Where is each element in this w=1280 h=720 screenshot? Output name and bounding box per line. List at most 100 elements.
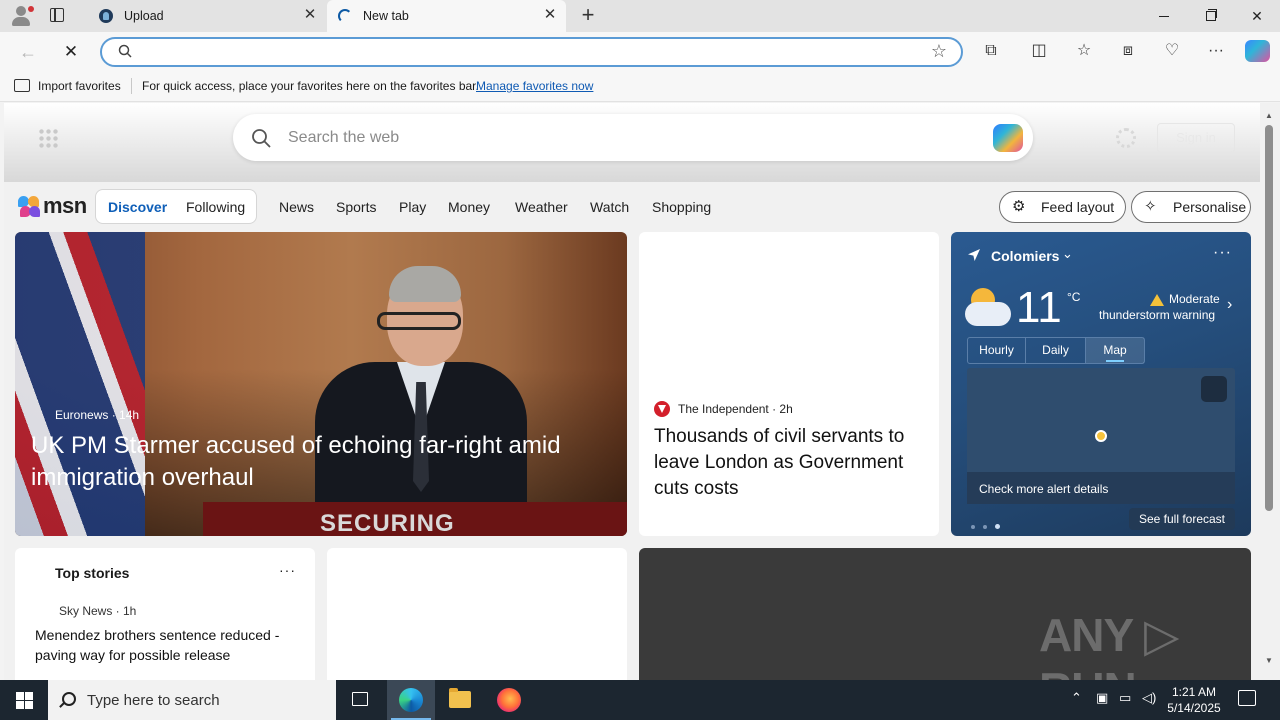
new-tab-button[interactable]: +: [576, 4, 600, 28]
nav-shopping[interactable]: Shopping: [652, 199, 711, 215]
favorites-icon[interactable]: ☆: [1073, 40, 1095, 62]
weather-location[interactable]: Colomiers: [991, 248, 1059, 264]
apps-launcher-icon[interactable]: [38, 128, 58, 148]
copilot-icon[interactable]: [993, 124, 1023, 152]
restore-button[interactable]: [1187, 0, 1233, 32]
tab-actions-icon[interactable]: [50, 8, 64, 22]
page-scrollbar[interactable]: ▲ ▼: [1260, 103, 1280, 680]
system-clock[interactable]: 1:21 AM 5/14/2025: [1164, 684, 1224, 716]
weather-more-button[interactable]: ···: [1213, 244, 1232, 262]
tab-close-icon[interactable]: ✕: [302, 7, 318, 23]
video-card[interactable]: ANY ▷ RUN: [639, 548, 1251, 680]
close-window-button[interactable]: ✕: [1234, 0, 1280, 32]
tab-upload[interactable]: Upload ✕: [88, 0, 326, 32]
favorite-star-icon[interactable]: ☆: [931, 41, 947, 62]
browser-essentials-icon[interactable]: ♡: [1161, 40, 1183, 62]
story-headline[interactable]: UK PM Starmer accused of echoing far-rig…: [31, 430, 601, 494]
weather-tabs: Hourly Daily Map: [967, 337, 1145, 364]
firefox-taskbar-button[interactable]: [485, 680, 533, 720]
profile-button[interactable]: [8, 4, 36, 28]
carousel-dots[interactable]: [971, 516, 1008, 534]
search-icon: [118, 44, 132, 58]
tab-close-icon[interactable]: ✕: [542, 7, 558, 23]
top-stories-more-button[interactable]: ···: [279, 562, 296, 578]
hero-story-card[interactable]: SECURING Euronews · 14h UK PM Starmer ac…: [15, 232, 627, 536]
volume-icon[interactable]: ◁): [1142, 690, 1156, 706]
nav-watch[interactable]: Watch: [590, 199, 629, 215]
personalise-button[interactable]: ✧ Personalise: [1131, 191, 1251, 223]
msn-logo[interactable]: msn: [17, 193, 87, 219]
scroll-thumb[interactable]: [1265, 125, 1273, 511]
clock-date: 5/14/2025: [1167, 701, 1221, 715]
start-button[interactable]: [0, 680, 48, 720]
taskbar-search[interactable]: Type here to search: [48, 680, 336, 720]
lectern-sign: SECURING: [320, 510, 455, 536]
feed-toggle: Discover Following: [95, 189, 257, 224]
import-favorites-icon: [14, 79, 30, 92]
tab-strip: Upload ✕ New tab ✕ + ✕: [0, 0, 1280, 32]
device-icon[interactable]: ▣: [1096, 690, 1108, 706]
edge-taskbar-button[interactable]: [387, 680, 435, 720]
tab-daily[interactable]: Daily: [1026, 338, 1086, 363]
tab-discover[interactable]: Discover: [108, 199, 167, 215]
scroll-down-icon[interactable]: ▼: [1265, 656, 1273, 665]
firefox-icon: [497, 688, 521, 712]
search-icon: [62, 692, 76, 706]
address-bar[interactable]: ☆: [100, 37, 963, 67]
nav-news[interactable]: News: [279, 199, 314, 215]
tab-hourly[interactable]: Hourly: [968, 338, 1026, 363]
notifications-icon[interactable]: [1238, 690, 1256, 706]
story-source: Euronews · 14h: [55, 408, 140, 422]
web-search-input[interactable]: [288, 126, 968, 150]
feed-layout-button[interactable]: ⚙ Feed layout: [999, 191, 1126, 223]
tab-new-tab[interactable]: New tab ✕: [327, 0, 566, 32]
story-headline[interactable]: Thousands of civil servants to leave Lon…: [654, 424, 924, 502]
nav-weather[interactable]: Weather: [515, 199, 568, 215]
back-button[interactable]: ←: [14, 38, 42, 66]
story-source: The Independent · 2h: [678, 402, 793, 416]
sign-in-button[interactable]: Sign in: [1157, 123, 1235, 153]
copilot-icon[interactable]: [1245, 40, 1270, 62]
edge-icon: [399, 688, 423, 712]
tab-map[interactable]: Map: [1086, 338, 1144, 363]
page-settings-icon[interactable]: [1116, 128, 1136, 148]
weather-card[interactable]: Colomiers ⌄ ··· 11 °C Moderate thunderst…: [951, 232, 1251, 536]
import-favorites-button[interactable]: Import favorites: [38, 79, 121, 93]
split-screen-icon[interactable]: ◫: [1028, 40, 1050, 62]
divider: [131, 78, 132, 94]
scroll-up-icon[interactable]: ▲: [1265, 111, 1273, 120]
alert-details-link[interactable]: Check more alert details: [967, 472, 1235, 504]
map-expand-button[interactable]: [1201, 376, 1227, 402]
chevron-down-icon[interactable]: ⌄: [1062, 246, 1073, 262]
tab-title: New tab: [363, 9, 409, 23]
temperature-unit[interactable]: °C: [1067, 290, 1080, 304]
web-search-box[interactable]: [233, 114, 1033, 161]
stop-loading-button[interactable]: ✕: [57, 38, 85, 66]
collections-icon[interactable]: ⧈: [1117, 40, 1139, 62]
tab-title: Upload: [124, 9, 164, 23]
weather-warning-detail[interactable]: thunderstorm warning: [1099, 308, 1215, 322]
extensions-icon[interactable]: ⧉: [980, 40, 1002, 62]
nav-sports[interactable]: Sports: [336, 199, 376, 215]
address-input[interactable]: [146, 42, 926, 62]
weather-warning[interactable]: Moderate: [1169, 292, 1220, 306]
minimize-button[interactable]: [1141, 0, 1187, 32]
weather-map[interactable]: [967, 368, 1235, 472]
story-headline[interactable]: Menendez brothers sentence reduced - pav…: [35, 625, 305, 665]
file-explorer-taskbar-button[interactable]: [436, 680, 484, 720]
task-view-button[interactable]: [336, 680, 384, 720]
nav-play[interactable]: Play: [399, 199, 426, 215]
top-stories-title: Top stories: [55, 565, 130, 581]
network-icon[interactable]: ▭: [1119, 690, 1131, 706]
chevron-right-icon[interactable]: ›: [1227, 296, 1232, 314]
tab-following[interactable]: Following: [186, 199, 245, 215]
full-forecast-button[interactable]: See full forecast: [1129, 508, 1235, 530]
settings-more-icon[interactable]: ···: [1205, 40, 1227, 62]
windows-taskbar: Type here to search ⌃ ▣ ▭ ◁) 1:21 AM 5/1…: [0, 680, 1280, 720]
nav-money[interactable]: Money: [448, 199, 490, 215]
manage-favorites-link[interactable]: Manage favorites now: [476, 79, 593, 93]
top-stories-card: Top stories ··· Sky News · 1h Menendez b…: [15, 548, 315, 680]
show-hidden-icons-chevron-icon[interactable]: ⌃: [1071, 690, 1082, 706]
news-card[interactable]: The Independent · 2h Thousands of civil …: [639, 232, 939, 536]
sliders-icon: ⚙: [1012, 198, 1026, 215]
